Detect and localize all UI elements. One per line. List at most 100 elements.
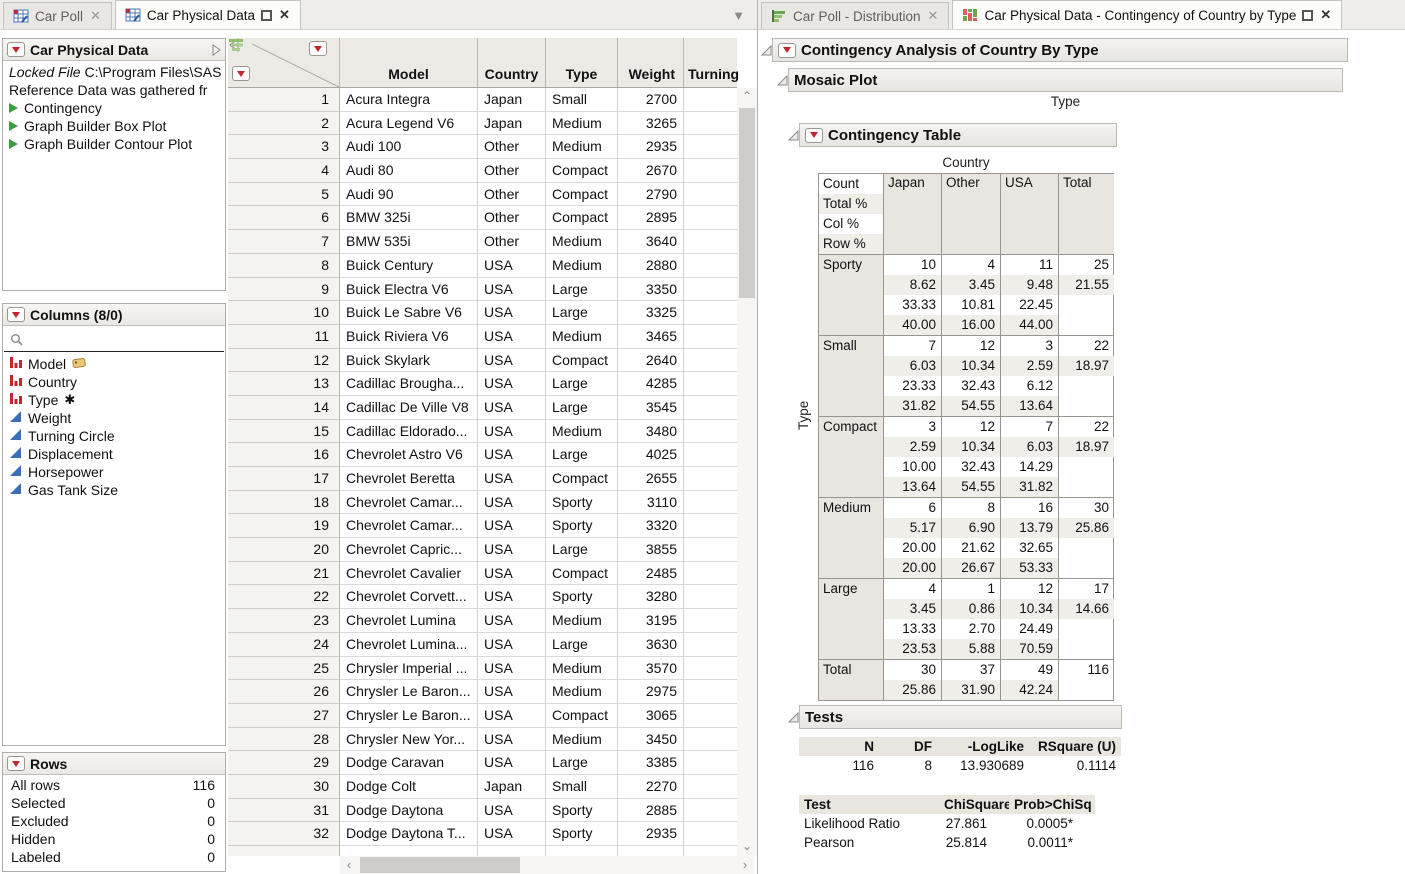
table-row[interactable]: 28Chrysler New Yor...USAMedium3450 xyxy=(228,728,737,752)
table-row[interactable]: 25Chrysler Imperial ...USAMedium3570 xyxy=(228,657,737,681)
table-row[interactable] xyxy=(228,846,737,856)
scroll-up-icon[interactable]: ⌃ xyxy=(737,88,757,106)
grid-cell: Buick Skylark xyxy=(340,349,478,373)
grid-cell: 2700 xyxy=(618,88,684,112)
run-script-icon[interactable] xyxy=(9,139,18,149)
horizontal-scroll-thumb[interactable] xyxy=(360,857,520,873)
table-row[interactable]: 31Dodge DaytonaUSASporty2885 xyxy=(228,799,737,823)
red-triangle-menu-icon[interactable] xyxy=(805,128,823,143)
vertical-scrollbar[interactable]: ⌃ ⌄ xyxy=(737,88,757,856)
table-row[interactable]: 32Dodge Daytona T...USASporty2935 xyxy=(228,822,737,846)
table-row[interactable]: 29Dodge CaravanUSALarge3385 xyxy=(228,751,737,775)
contingency-value: 2.70 xyxy=(942,619,1000,639)
column-header-type[interactable]: Type xyxy=(546,38,618,87)
vertical-scroll-thumb[interactable] xyxy=(739,108,755,298)
column-list-item[interactable]: Horsepower xyxy=(3,463,225,481)
tab-car-physical-data[interactable]: Car Physical Data ✕ xyxy=(115,0,301,29)
tab-car-poll-distribution[interactable]: Car Poll - Distribution ✕ xyxy=(761,2,949,29)
column-header-country[interactable]: Country xyxy=(478,38,546,87)
contingency-value: 13.64 xyxy=(884,477,941,497)
column-search-input[interactable] xyxy=(4,328,224,352)
tab-list-dropdown-icon[interactable]: ▼ xyxy=(732,8,745,23)
table-row[interactable]: 6BMW 325iOtherCompact2895 xyxy=(228,206,737,230)
table-row[interactable]: 24Chevrolet Lumina...USALarge3630 xyxy=(228,633,737,657)
red-triangle-menu-icon[interactable] xyxy=(7,756,25,771)
contingency-table-title-bar[interactable]: Contingency Table xyxy=(799,123,1117,147)
table-row[interactable]: 7BMW 535iOtherMedium3640 xyxy=(228,230,737,254)
column-list-item[interactable]: Country xyxy=(3,373,225,391)
scroll-left-icon[interactable]: ‹ xyxy=(340,856,358,874)
table-row[interactable]: 3Audi 100OtherMedium2935 xyxy=(228,135,737,159)
column-list-item[interactable]: Type✱ xyxy=(3,391,225,409)
column-header-turning[interactable]: Turning xyxy=(684,38,737,87)
table-row[interactable]: 22Chevrolet Corvett...USASporty3280 xyxy=(228,585,737,609)
tab-car-poll[interactable]: Car Poll ✕ xyxy=(3,2,112,29)
run-script-icon[interactable] xyxy=(9,103,18,113)
grid-corner-cell[interactable] xyxy=(228,38,340,87)
table-row[interactable]: 26Chrysler Le Baron...USAMedium2975 xyxy=(228,680,737,704)
report-title-bar[interactable]: Contingency Analysis of Country By Type xyxy=(772,38,1348,62)
grid-cell: Audi 100 xyxy=(340,135,478,159)
grid-cell: USA xyxy=(478,704,546,728)
run-script-icon[interactable] xyxy=(9,121,18,131)
horizontal-scrollbar[interactable]: ‹ › xyxy=(340,856,754,874)
table-row[interactable]: 4Audi 80OtherCompact2670 xyxy=(228,159,737,183)
scroll-right-icon[interactable]: › xyxy=(736,856,754,874)
row-label: Compact xyxy=(819,417,883,497)
table-row[interactable]: 23Chevrolet LuminaUSAMedium3195 xyxy=(228,609,737,633)
red-triangle-menu-icon[interactable] xyxy=(7,42,25,57)
table-row[interactable]: 11Buick Riviera V6USAMedium3465 xyxy=(228,325,737,349)
table-row[interactable]: 16Chevrolet Astro V6USALarge4025 xyxy=(228,443,737,467)
column-list-item[interactable]: Turning Circle xyxy=(3,427,225,445)
column-header-model[interactable]: Model xyxy=(340,38,478,87)
columns-menu-icon[interactable] xyxy=(309,41,327,56)
maximize-icon[interactable] xyxy=(1302,10,1313,21)
column-selector-icon[interactable] xyxy=(228,38,244,52)
column-header-weight[interactable]: Weight xyxy=(618,38,684,87)
table-row[interactable]: 20Chevrolet Capric...USALarge3855 xyxy=(228,538,737,562)
table-row[interactable]: 1Acura IntegraJapanSmall2700 xyxy=(228,88,737,112)
close-icon[interactable]: ✕ xyxy=(927,8,940,24)
table-row[interactable]: 14Cadillac De Ville V8USALarge3545 xyxy=(228,396,737,420)
table-row[interactable]: 21Chevrolet CavalierUSACompact2485 xyxy=(228,562,737,586)
close-icon[interactable]: ✕ xyxy=(89,8,102,24)
table-script-item[interactable]: Contingency xyxy=(3,99,225,117)
table-row[interactable]: 5Audi 90OtherCompact2790 xyxy=(228,183,737,207)
scroll-down-icon[interactable]: ⌄ xyxy=(737,838,757,856)
table-row[interactable]: 18Chevrolet Camar...USASporty3110 xyxy=(228,491,737,515)
rows-menu-icon[interactable] xyxy=(232,66,250,81)
table-row[interactable]: 2Acura Legend V6JapanMedium3265 xyxy=(228,112,737,136)
column-list-item[interactable]: Weight xyxy=(3,409,225,427)
table-row[interactable]: 13Cadillac Brougha...USALarge4285 xyxy=(228,372,737,396)
column-header-label: Other xyxy=(942,174,1000,254)
table-row[interactable]: 27Chrysler Le Baron...USACompact3065 xyxy=(228,704,737,728)
maximize-icon[interactable] xyxy=(261,10,272,21)
contingency-cell: 2218.97 xyxy=(1058,336,1114,416)
table-script-item[interactable]: Graph Builder Box Plot xyxy=(3,117,225,135)
mosaic-plot-title-bar[interactable]: Mosaic Plot xyxy=(788,68,1343,92)
close-icon[interactable]: ✕ xyxy=(1319,7,1332,23)
row-label-cell: Large xyxy=(819,579,883,659)
close-icon[interactable]: ✕ xyxy=(278,7,291,23)
column-list-item[interactable]: Displacement xyxy=(3,445,225,463)
table-row[interactable]: 17Chevrolet BerettaUSACompact2655 xyxy=(228,467,737,491)
table-row[interactable]: 30Dodge ColtJapanSmall2270 xyxy=(228,775,737,799)
table-row[interactable]: 10Buick Le Sabre V6USALarge3325 xyxy=(228,301,737,325)
tests-title-bar[interactable]: Tests xyxy=(799,705,1122,729)
table-row[interactable]: 8Buick CenturyUSAMedium2880 xyxy=(228,254,737,278)
table-script-item[interactable]: Graph Builder Contour Plot xyxy=(3,135,225,153)
table-row[interactable]: 19Chevrolet Camar...USASporty3320 xyxy=(228,514,737,538)
red-triangle-menu-icon[interactable] xyxy=(778,43,796,58)
tab-contingency-report[interactable]: Car Physical Data - Contingency of Count… xyxy=(952,0,1342,29)
table-row[interactable]: 9Buick Electra V6USALarge3350 xyxy=(228,278,737,302)
red-triangle-menu-icon[interactable] xyxy=(7,307,25,322)
table-panel-header[interactable]: Car Physical Data xyxy=(3,39,225,61)
table-row[interactable]: 15Cadillac Eldorado...USAMedium3480 xyxy=(228,420,737,444)
column-list-item[interactable]: Model xyxy=(3,355,225,373)
columns-panel-header[interactable]: Columns (8/0) xyxy=(3,304,225,326)
grid-cell: Japan xyxy=(478,112,546,136)
column-list-item[interactable]: Gas Tank Size xyxy=(3,481,225,499)
rows-panel-header[interactable]: Rows xyxy=(3,753,225,775)
table-row[interactable]: 12Buick SkylarkUSACompact2640 xyxy=(228,349,737,373)
expand-right-icon[interactable] xyxy=(211,44,221,56)
